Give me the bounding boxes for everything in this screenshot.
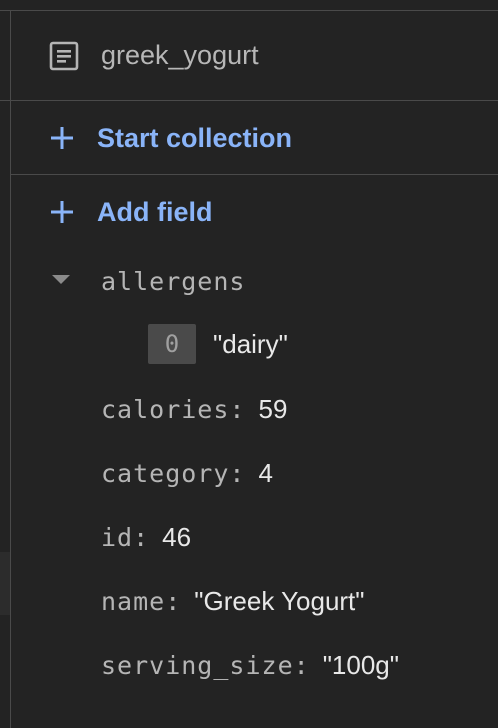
field-value: "100g" bbox=[322, 649, 399, 680]
field-key: serving_size bbox=[101, 650, 294, 680]
field-category[interactable]: category: 4 bbox=[101, 453, 273, 493]
field-value: 4 bbox=[258, 457, 273, 488]
field-colon: : bbox=[229, 458, 245, 488]
collapse-caret-icon[interactable] bbox=[49, 268, 73, 292]
start-collection-button[interactable]: Start collection bbox=[49, 123, 292, 154]
plus-icon bbox=[49, 199, 75, 225]
left-stub-divider bbox=[0, 100, 10, 101]
field-key: name bbox=[101, 586, 166, 616]
add-field-button[interactable]: Add field bbox=[49, 192, 213, 232]
field-value: 59 bbox=[258, 393, 288, 424]
document-panel: greek_yogurt Start collection Add field bbox=[0, 0, 498, 728]
field-value: "Greek Yogurt" bbox=[194, 585, 365, 616]
field-calories[interactable]: calories: 59 bbox=[101, 389, 287, 429]
document-icon bbox=[49, 41, 79, 71]
plus-icon bbox=[49, 125, 75, 151]
field-colon: : bbox=[133, 522, 149, 552]
field-colon: : bbox=[165, 586, 181, 616]
left-scroll-track bbox=[0, 552, 10, 615]
add-field-label: Add field bbox=[97, 196, 213, 227]
field-key: category bbox=[101, 458, 230, 488]
start-collection-row: Start collection bbox=[11, 102, 498, 175]
document-name: greek_yogurt bbox=[101, 40, 259, 70]
field-colon: : bbox=[229, 394, 245, 424]
array-value[interactable]: "dairy" bbox=[213, 324, 288, 364]
field-key: calories bbox=[101, 394, 230, 424]
field-colon: : bbox=[293, 650, 309, 680]
field-key: id bbox=[101, 522, 134, 552]
document-header[interactable]: greek_yogurt bbox=[11, 11, 498, 101]
field-name[interactable]: name: "Greek Yogurt" bbox=[101, 581, 365, 621]
array-index-badge: 0 bbox=[148, 324, 196, 364]
field-allergens[interactable]: allergens bbox=[101, 261, 245, 301]
field-id[interactable]: id: 46 bbox=[101, 517, 191, 557]
start-collection-label: Start collection bbox=[97, 122, 293, 153]
field-serving-size[interactable]: serving_size: "100g" bbox=[101, 645, 399, 685]
field-value: 46 bbox=[162, 521, 192, 552]
field-key: allergens bbox=[101, 266, 246, 296]
